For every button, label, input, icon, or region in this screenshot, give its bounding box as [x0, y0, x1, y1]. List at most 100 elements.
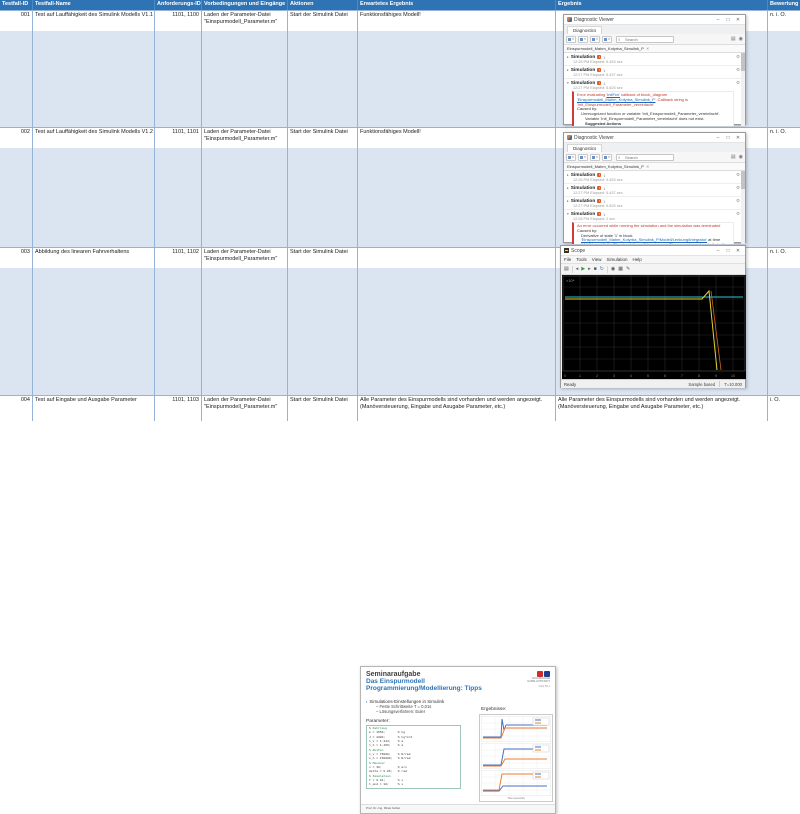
menu-help[interactable]: Help [632, 257, 641, 262]
menu-file[interactable]: File [564, 257, 571, 262]
minimize-button[interactable]: – [714, 135, 722, 141]
testfall-name-value[interactable]: Test auf Lauffähigkeit des Simulink Mode… [33, 11, 154, 31]
testfall-name-value[interactable]: Abbildung des linearen Fahrverhaltens [33, 248, 154, 268]
print-icon[interactable]: ▤ [731, 154, 736, 160]
scope-plot-area[interactable]: ×10⁴ 0 1 2 3 4 5 6 7 8 9 10 [562, 275, 744, 379]
aktionen-value[interactable]: Start der Simulink Datei [288, 248, 357, 268]
tab-close-icon[interactable]: ✕ [646, 46, 649, 51]
expand-arrow-icon[interactable]: ▾ [567, 81, 569, 85]
scrollbar-thumb[interactable] [741, 171, 745, 189]
toolbar-button[interactable]: ▾ [578, 36, 588, 43]
run-icon[interactable]: ▶ [581, 266, 585, 272]
maximize-button[interactable]: □ [724, 135, 732, 141]
step-icon[interactable]: ▸ [588, 266, 591, 272]
toolbar-button[interactable]: ▾ [566, 154, 576, 161]
aktionen-value[interactable]: Start der Simulink Datei [288, 396, 357, 421]
repeat-icon[interactable]: ↻ [600, 266, 604, 272]
toolbar-button[interactable]: ▾ [602, 36, 612, 43]
menu-tools[interactable]: Tools [576, 257, 587, 262]
maximize-button[interactable]: □ [724, 17, 732, 23]
menu-view[interactable]: View [592, 257, 602, 262]
menu-simulation[interactable]: Simulation [606, 257, 627, 262]
header-vorbedingungen[interactable]: Vorbedingungen und Eingänge [202, 0, 288, 10]
vorbedingungen-value[interactable]: Laden der Parameter-Datei "Einspurmodell… [202, 248, 287, 268]
zoom-icon[interactable]: ◉ [611, 266, 615, 272]
minimize-button[interactable]: – [714, 248, 722, 254]
header-aktionen[interactable]: Aktionen [288, 0, 358, 10]
gear-icon[interactable]: ⚙ [736, 211, 740, 217]
layout-icon[interactable]: ▦ [618, 266, 623, 272]
bewertung-value[interactable]: n. i. O. [768, 128, 800, 148]
simulation-entry[interactable]: ▸ Simulation ! 1 ⚙ 12:27 PM Elapsed: 5.6… [564, 197, 745, 210]
tab-close-icon[interactable]: ✕ [646, 164, 649, 169]
maximize-button[interactable]: □ [724, 248, 732, 254]
title-bar[interactable]: Diagnostic Viewer – □ ✕ [564, 133, 745, 143]
erwartetes-value[interactable]: Funktionsfähiges Modell! [358, 128, 555, 148]
tab-diagnostics[interactable]: Diagnostics [567, 26, 602, 34]
anforderungs-id-value[interactable]: 1101, 1100 [155, 11, 201, 31]
gear-icon[interactable]: ⚙ [736, 80, 740, 86]
erwartetes-value[interactable]: Alle Parameter des Einspurmodells sind v… [358, 396, 555, 421]
simulation-entry[interactable]: ▸ Simulation ! 1 ⚙ 12:27 PM Elapsed: 5.4… [564, 184, 745, 197]
aktionen-value[interactable]: Start der Simulink Datei [288, 128, 357, 148]
title-bar[interactable]: Diagnostic Viewer – □ ✕ [564, 15, 745, 25]
back-icon[interactable]: ◂ [576, 266, 579, 272]
stop-icon[interactable]: ■ [594, 266, 597, 272]
scrollbar[interactable] [741, 171, 745, 244]
testfall-id-value[interactable]: 004 [0, 396, 32, 421]
simulation-entry[interactable]: ▸ Simulation ! 1 ⚙ 12:26 PM Elapsed: 5.4… [564, 171, 745, 184]
header-anforderungs-id[interactable]: Anforderungs-ID [155, 0, 202, 10]
expand-arrow-icon[interactable]: ▾ [567, 212, 569, 216]
close-button[interactable]: ✕ [734, 135, 742, 141]
toolbar-button[interactable]: ▾ [566, 36, 576, 43]
minimize-button[interactable]: – [714, 17, 722, 23]
simulation-entry[interactable]: ▸ Simulation ! 1 ⚙ 12:26 PM Elapsed: 5.4… [564, 53, 745, 66]
scrollbar[interactable] [741, 53, 745, 126]
testfall-name-value[interactable]: Test auf Lauffähigkeit des Simulink Mode… [33, 128, 154, 148]
testfall-id-value[interactable]: 003 [0, 248, 32, 268]
header-testfall-name[interactable]: Testfall-Name [33, 0, 155, 10]
gear-icon[interactable]: ⚙ [736, 185, 740, 191]
simulation-entry-expanded[interactable]: ▾ Simulation ! 1 ⚙ 12:27 PM Elapsed: 5.6… [564, 79, 745, 126]
header-testfall-id[interactable]: Testfall-ID [0, 0, 33, 10]
bewertung-value[interactable]: n. i. O. [768, 11, 800, 31]
collapse-arrow-icon[interactable]: ▸ [567, 55, 569, 59]
header-erwartetes-ergebnis[interactable]: Erwartetes Ergebnis [358, 0, 556, 10]
search-input[interactable] [616, 36, 674, 43]
erwartetes-value[interactable]: Funktionsfähiges Modell! [358, 11, 555, 31]
pen-icon[interactable]: ✎ [626, 266, 630, 272]
close-button[interactable]: ✕ [734, 248, 742, 254]
header-bewertung[interactable]: Bewertung [768, 0, 800, 10]
gear-icon[interactable]: ⚙ [736, 198, 740, 204]
toolbar-button[interactable]: ▾ [590, 36, 600, 43]
collapse-arrow-icon[interactable]: ▸ [567, 173, 569, 177]
vorbedingungen-value[interactable]: Laden der Parameter-Datei "Einspurmodell… [202, 11, 287, 31]
document-tab[interactable]: Einspurmodell_Mahm_Kotyrba_Simulink_P ✕ [564, 163, 745, 171]
aktionen-value[interactable]: Start der Simulink Datei [288, 11, 357, 31]
document-tab[interactable]: Einspurmodell_Mahm_Kotyrba_Simulink_P ✕ [564, 45, 745, 53]
collapse-arrow-icon[interactable]: ▸ [567, 199, 569, 203]
anforderungs-id-value[interactable]: 1101, 1103 [155, 396, 201, 421]
anforderungs-id-value[interactable]: 1101, 1101 [155, 128, 201, 148]
toolbar-button[interactable]: ▾ [590, 154, 600, 161]
header-ergebnis[interactable]: Ergebnis [556, 0, 768, 10]
collapse-arrow-icon[interactable]: ▸ [567, 68, 569, 72]
scrollbar-thumb[interactable] [741, 53, 745, 71]
gear-icon[interactable]: ⚙ [736, 172, 740, 178]
toolbar-button[interactable]: ▾ [602, 154, 612, 161]
search-input[interactable] [616, 154, 674, 161]
toolbar-button[interactable]: ▾ [578, 154, 588, 161]
testfall-id-value[interactable]: 002 [0, 128, 32, 148]
print-icon[interactable]: ▤ [731, 36, 736, 42]
simulation-entry-expanded[interactable]: ▾ Simulation ! 1 ⚙ 12:28 PM Elapsed: 2 s… [564, 210, 745, 244]
vorbedingungen-value[interactable]: Laden der Parameter-Datei "Einspurmodell… [202, 128, 287, 148]
gear-icon[interactable]: ⚙ [736, 67, 740, 73]
help-icon[interactable]: ◉ [739, 154, 743, 160]
bewertung-value[interactable]: i. O. [768, 396, 800, 421]
anforderungs-id-value[interactable]: 1101, 1102 [155, 248, 201, 268]
print-icon[interactable]: ▤ [564, 266, 569, 272]
gear-icon[interactable]: ⚙ [736, 54, 740, 60]
testfall-name-value[interactable]: Test auf Eingabe und Ausgabe Parameter [33, 396, 154, 421]
help-icon[interactable]: ◉ [739, 36, 743, 42]
bewertung-value[interactable]: n. i. O. [768, 248, 800, 268]
